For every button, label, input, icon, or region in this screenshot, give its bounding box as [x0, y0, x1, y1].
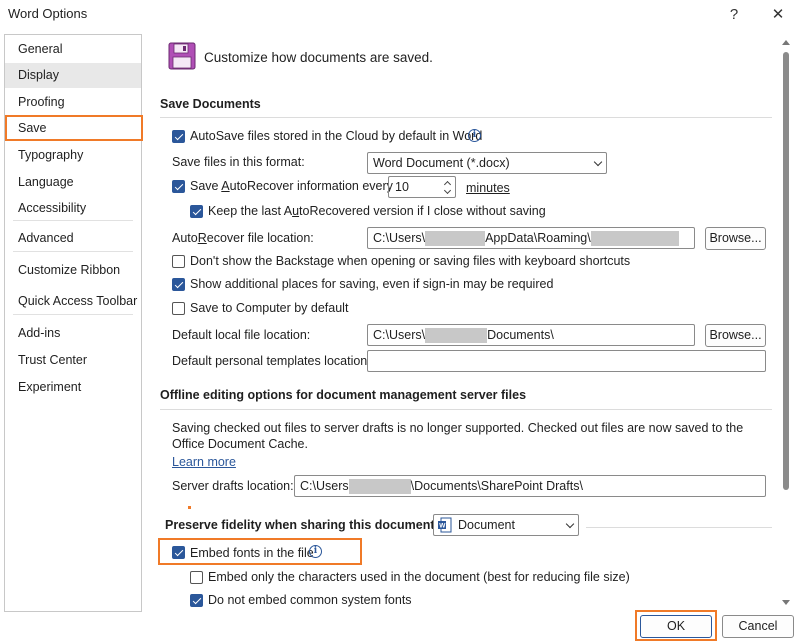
save-icon: [168, 42, 196, 70]
sidebar-item-proofing[interactable]: Proofing: [5, 90, 141, 115]
info-icon[interactable]: i: [468, 129, 481, 142]
sidebar-item-quick-access-toolbar[interactable]: Quick Access Toolbar: [5, 289, 141, 314]
format-select[interactable]: Word Document (*.docx): [367, 152, 607, 174]
sidebar-divider: [13, 220, 133, 221]
section-heading-save-documents: Save Documents: [160, 97, 261, 111]
sidebar-divider: [13, 314, 133, 315]
info-icon[interactable]: i: [309, 545, 322, 558]
autosave-checkbox[interactable]: [172, 130, 185, 143]
scroll-down-icon[interactable]: [782, 600, 790, 605]
ok-button[interactable]: OK: [640, 615, 712, 638]
sidebar-item-display[interactable]: Display: [5, 63, 141, 88]
help-button[interactable]: ?: [720, 2, 748, 26]
dont-show-backstage-label: Don't show the Backstage when opening or…: [190, 254, 631, 268]
fidelity-document-select[interactable]: Document: [433, 514, 579, 536]
spin-down-icon[interactable]: [443, 186, 452, 195]
autosave-label: AutoSave files stored in the Cloud by de…: [190, 129, 483, 143]
default-templates-input[interactable]: [367, 350, 766, 372]
sidebar-item-customize-ribbon[interactable]: Customize Ribbon: [5, 258, 141, 283]
learn-more-link[interactable]: Learn more: [172, 455, 236, 469]
section-divider: [160, 117, 772, 118]
scroll-up-icon[interactable]: [782, 40, 790, 45]
sidebar-item-experiment[interactable]: Experiment: [5, 375, 141, 400]
do-not-embed-label: Do not embed common system fonts: [208, 593, 412, 607]
server-drafts-label: Server drafts location:: [172, 479, 294, 493]
fidelity-document-value: Document: [458, 518, 515, 532]
scrollbar-thumb[interactable]: [783, 52, 789, 490]
save-to-computer-checkbox[interactable]: [172, 302, 185, 315]
close-icon: ✕: [771, 6, 785, 23]
save-to-computer-label: Save to Computer by default: [190, 301, 349, 315]
close-button[interactable]: ✕: [764, 2, 792, 26]
section-divider: [160, 409, 772, 410]
default-templates-label: Default personal templates location:: [172, 354, 371, 368]
do-not-embed-checkbox[interactable]: [190, 594, 203, 607]
section-divider: [586, 527, 772, 528]
chevron-down-icon: [593, 157, 603, 167]
word-document-icon: W: [438, 517, 452, 533]
svg-text:W: W: [439, 523, 446, 530]
section-heading-offline: Offline editing options for document man…: [160, 388, 527, 402]
format-value: Word Document (*.docx): [373, 156, 510, 170]
sidebar-item-save[interactable]: Save: [5, 116, 141, 141]
sidebar-item-language[interactable]: Language: [5, 170, 141, 195]
sidebar-item-typography[interactable]: Typography: [5, 143, 141, 168]
autorecover-minutes-value: 10: [395, 180, 409, 194]
sidebar: General Display Proofing Save Typography…: [4, 34, 142, 612]
default-local-label: Default local file location:: [172, 328, 311, 342]
autorecover-checkbox[interactable]: [172, 180, 185, 193]
sidebar-item-trust-center[interactable]: Trust Center: [5, 348, 141, 373]
offline-description: Saving checked out files to server draft…: [172, 421, 744, 451]
embed-only-label: Embed only the characters used in the do…: [208, 570, 630, 584]
autorecover-minutes-spinner[interactable]: 10: [388, 176, 456, 198]
keep-last-label: Keep the last AutoRecovered version if I…: [208, 204, 546, 218]
sidebar-divider: [13, 251, 133, 252]
autorecover-location-label: AutoRecover file location:: [172, 231, 314, 245]
sidebar-item-add-ins[interactable]: Add-ins: [5, 321, 141, 346]
page-title: Customize how documents are saved.: [204, 50, 433, 65]
section-heading-fidelity: Preserve fidelity when sharing this docu…: [165, 518, 439, 532]
embed-fonts-label: Embed fonts in the file: [190, 546, 314, 560]
dont-show-backstage-checkbox[interactable]: [172, 255, 185, 268]
autorecover-location-input[interactable]: C:\Users\ AppData\Roaming\: [367, 227, 695, 249]
show-additional-checkbox[interactable]: [172, 278, 185, 291]
embed-only-checkbox[interactable]: [190, 571, 203, 584]
sidebar-item-advanced[interactable]: Advanced: [5, 226, 141, 251]
show-additional-label: Show additional places for saving, even …: [190, 277, 554, 291]
browse-button-autorecover[interactable]: Browse...: [705, 227, 766, 250]
format-label: Save files in this format:: [172, 155, 305, 169]
marker-dot: [188, 506, 191, 509]
autorecover-label: Save AutoRecover information every: [190, 179, 393, 193]
help-icon: ?: [729, 5, 739, 23]
sidebar-item-accessibility[interactable]: Accessibility: [5, 196, 141, 221]
server-drafts-input[interactable]: C:\Users \Documents\SharePoint Drafts\: [294, 475, 766, 497]
chevron-down-icon: [565, 519, 575, 529]
browse-button-default-local[interactable]: Browse...: [705, 324, 766, 347]
keep-last-checkbox[interactable]: [190, 205, 203, 218]
sidebar-item-general[interactable]: General: [5, 37, 141, 62]
cancel-button[interactable]: Cancel: [722, 615, 794, 638]
default-local-input[interactable]: C:\Users\ Documents\: [367, 324, 695, 346]
window-title: Word Options: [8, 6, 88, 21]
minutes-label: minutes: [466, 181, 510, 195]
embed-fonts-checkbox[interactable]: [172, 546, 185, 559]
